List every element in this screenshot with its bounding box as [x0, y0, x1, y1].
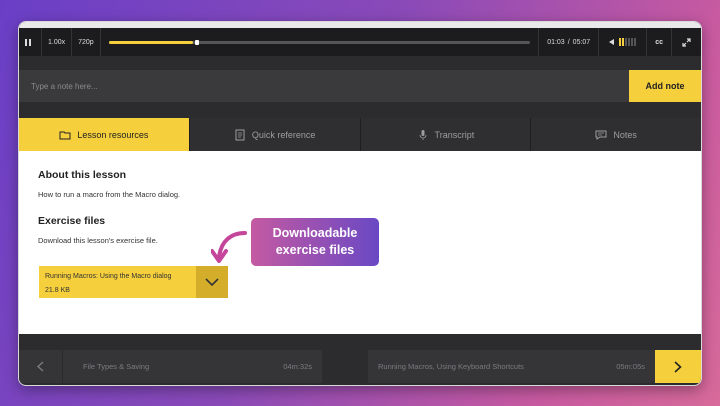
lesson-navigation: File Types & Saving 04m:32s Running Macr… — [19, 350, 701, 383]
tab-label: Lesson resources — [77, 129, 149, 140]
app-window: 1.00x 720p 01:03 / 05:07 cc Add note Les — [18, 21, 702, 386]
fullscreen-icon — [682, 37, 691, 47]
comment-icon — [595, 130, 607, 140]
next-lesson[interactable]: Running Macros, Using Keyboard Shortcuts… — [368, 350, 701, 383]
time-display: 01:03 / 05:07 — [538, 28, 600, 56]
volume-bars[interactable] — [619, 38, 637, 46]
microphone-icon — [419, 129, 426, 140]
curved-arrow-icon — [211, 231, 247, 263]
callout-line2: exercise files — [275, 243, 355, 257]
tab-lesson-resources[interactable]: Lesson resources — [19, 118, 190, 151]
note-row: Add note — [19, 70, 701, 102]
volume-bar — [625, 38, 628, 46]
next-lesson-title: Running Macros, Using Keyboard Shortcuts — [378, 362, 524, 371]
chevron-down-icon — [205, 277, 219, 286]
volume-bar — [619, 38, 622, 46]
progress-fill — [108, 40, 193, 44]
lesson-resources-panel: About this lesson How to run a macro fro… — [19, 151, 701, 334]
exercise-file-download[interactable]: Running Macros: Using the Macro dialog 2… — [39, 266, 228, 298]
captions-button[interactable]: cc — [647, 28, 672, 56]
volume-bar — [622, 38, 625, 46]
time-total: 05:07 — [572, 38, 591, 46]
downloadable-files-callout: Downloadable exercise files — [251, 218, 379, 266]
volume-bar — [631, 38, 634, 46]
about-text: How to run a macro from the Macro dialog… — [38, 190, 181, 199]
tab-notes[interactable]: Notes — [531, 118, 701, 151]
add-note-button[interactable]: Add note — [629, 70, 701, 102]
fullscreen-button[interactable] — [672, 28, 701, 56]
pause-icon — [25, 38, 35, 46]
exercise-file-size: 21.8 KB — [45, 287, 70, 294]
pause-button[interactable] — [19, 28, 42, 56]
volume-bar — [634, 38, 637, 46]
exercise-file-name: Running Macros: Using the Macro dialog — [45, 273, 172, 280]
about-heading: About this lesson — [38, 169, 127, 181]
previous-lesson[interactable]: File Types & Saving 04m:32s — [19, 350, 322, 383]
video-player-bar: 1.00x 720p 01:03 / 05:07 cc — [19, 28, 701, 56]
folder-icon — [59, 131, 71, 139]
exercise-file-info: Running Macros: Using the Macro dialog 2… — [39, 266, 196, 298]
tab-label: Quick reference — [251, 129, 316, 140]
resource-tabs: Lesson resources Quick reference Transcr… — [19, 118, 701, 151]
previous-button[interactable] — [19, 350, 63, 383]
tab-quick-reference[interactable]: Quick reference — [190, 118, 361, 151]
download-toggle-button[interactable] — [196, 266, 228, 298]
previous-lesson-title: File Types & Saving — [83, 362, 150, 371]
tab-label: Notes — [613, 129, 637, 140]
progress-track — [108, 39, 531, 45]
next-lesson-duration: 05m:05s — [616, 362, 645, 371]
chevron-left-icon — [37, 361, 44, 372]
progress-knob[interactable] — [195, 39, 199, 45]
volume-control[interactable] — [599, 28, 648, 56]
chevron-right-icon — [674, 360, 682, 373]
callout-line1: Downloadable — [272, 226, 358, 240]
time-current: 01:03 — [547, 38, 565, 46]
document-icon — [235, 129, 245, 140]
next-button[interactable] — [655, 350, 701, 383]
previous-lesson-duration: 04m:32s — [283, 362, 312, 371]
tab-transcript[interactable]: Transcript — [361, 118, 532, 151]
speaker-icon[interactable] — [609, 39, 615, 45]
note-input[interactable] — [19, 70, 629, 102]
volume-bar — [628, 38, 631, 46]
tab-label: Transcript — [434, 129, 475, 140]
time-separator: / — [567, 38, 570, 46]
speed-button[interactable]: 1.00x — [42, 28, 73, 56]
quality-button[interactable]: 720p — [72, 28, 101, 56]
progress-bar[interactable] — [101, 28, 538, 56]
